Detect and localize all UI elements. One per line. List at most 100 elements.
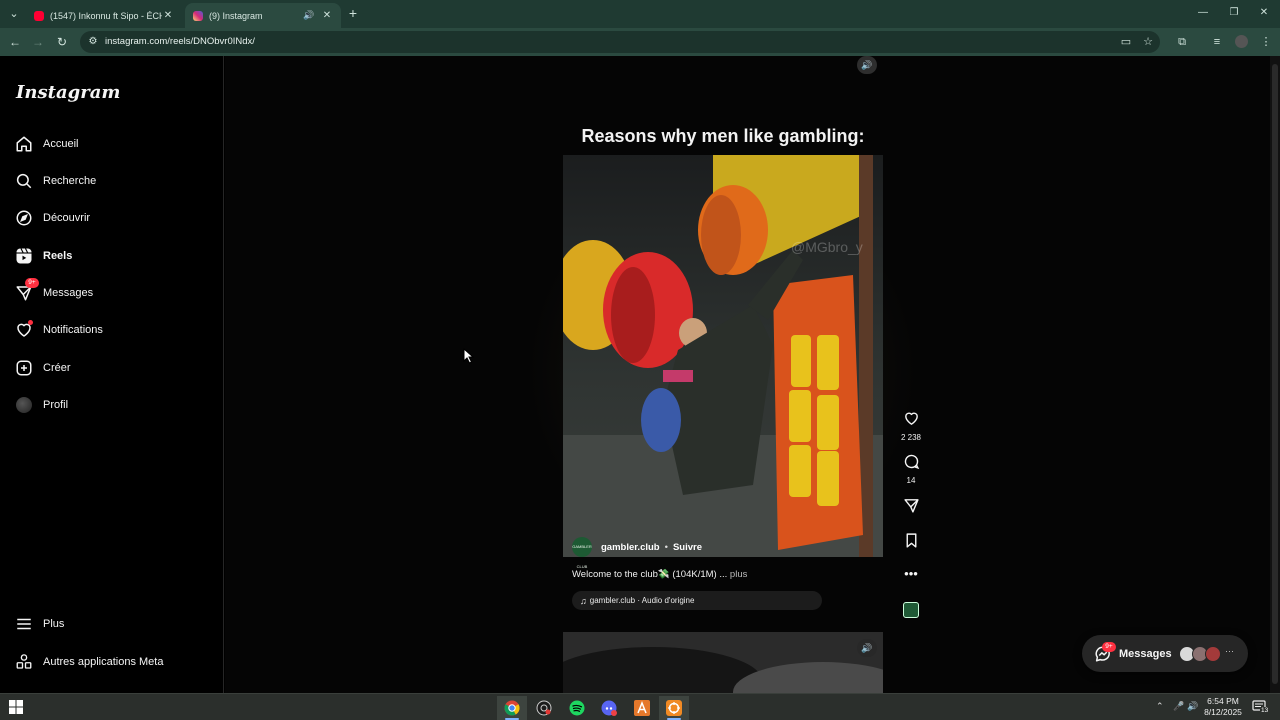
chrome-icon[interactable] (497, 696, 527, 720)
back-icon[interactable]: ← (6, 33, 24, 51)
tab-title: (9) Instagram (209, 10, 263, 21)
messages-floating-button[interactable]: 9+ Messages ··· (1082, 635, 1248, 672)
send-icon (903, 499, 919, 513)
reels-icon (14, 246, 34, 266)
comment-icon (904, 454, 919, 470)
volume-icon[interactable]: 🔊 (1187, 701, 1198, 712)
reel-description: Welcome to the club💸 (104K/1M) ... plus (572, 569, 747, 580)
scrollbar-thumb[interactable] (1272, 64, 1278, 684)
audio-label: gambler.club · Audio d'origine (589, 596, 695, 605)
sidebar-item-label: Profil (43, 399, 69, 411)
notification-center-icon[interactable]: 13 (1252, 700, 1270, 714)
bookmark-icon (906, 533, 916, 548)
sidebar-item-creer[interactable]: Créer (14, 353, 214, 383)
app-a-icon[interactable] (627, 696, 657, 720)
messenger-icon: 9+ (14, 278, 39, 303)
reel-author-row: GAMBLER CLUB gambler.club • Suivre (572, 537, 702, 569)
sidebar-item-label: Plus (43, 618, 65, 630)
kebab-menu-icon[interactable]: ⋮ (1257, 33, 1275, 51)
sidebar: Instagram Accueil Recherche Découvrir Re… (0, 56, 224, 693)
os-taskbar: ⌃ 🎤 🔊 6:54 PM 8/12/2025 13 (0, 693, 1280, 720)
mute-toggle-icon[interactable]: 🔊 (857, 639, 877, 657)
sidebar-item-accueil[interactable]: Accueil (14, 129, 214, 159)
system-clock[interactable]: 6:54 PM 8/12/2025 (1200, 696, 1246, 718)
spotify-icon[interactable] (562, 696, 592, 720)
extensions-icon[interactable]: ⧉ (1173, 33, 1191, 51)
follow-button[interactable]: Suivre (673, 542, 702, 553)
forward-icon[interactable]: → (29, 33, 47, 51)
instagram-logo[interactable]: Instagram (16, 82, 120, 103)
messages-badge: 9+ (25, 278, 39, 288)
save-button[interactable] (898, 532, 924, 554)
close-tab-icon[interactable]: ✕ (321, 10, 333, 21)
next-reel-frame (563, 632, 883, 693)
sidebar-item-label: Créer (43, 362, 71, 374)
obs-icon[interactable] (529, 696, 559, 720)
separator-dot: • (664, 541, 668, 553)
more-link[interactable]: plus (730, 569, 747, 580)
share-button[interactable] (898, 497, 924, 519)
sidebar-item-profil[interactable]: Profil (14, 390, 214, 420)
audio-chip[interactable]: ♫ gambler.club · Audio d'origine (572, 591, 822, 610)
clock-time: 6:54 PM (1207, 696, 1239, 706)
author-username[interactable]: gambler.club (601, 542, 660, 553)
messages-badge: 9+ (1102, 642, 1116, 652)
sidebar-item-recherche[interactable]: Recherche (14, 166, 214, 196)
sidebar-item-label: Autres applications Meta (43, 656, 164, 668)
bookmark-star-icon[interactable]: ☆ (1139, 33, 1157, 51)
discord-icon[interactable] (594, 696, 624, 720)
tray-overflow-icon[interactable]: ⌃ (1156, 701, 1164, 712)
new-tab-icon[interactable]: + (346, 5, 360, 21)
heart-icon (904, 412, 918, 425)
notification-dot (28, 320, 33, 325)
sidebar-item-label: Reels (43, 250, 73, 262)
url-text[interactable]: instagram.com/reels/DNObvr0INdx/ (105, 36, 255, 47)
sidebar-item-notifications[interactable]: Notifications (14, 315, 214, 345)
clock-date: 8/12/2025 (1204, 707, 1242, 717)
comment-count: 14 (906, 476, 916, 485)
author-avatar[interactable]: GAMBLER CLUB (572, 537, 592, 569)
more-options-icon[interactable]: ••• (898, 566, 924, 581)
avatar (14, 395, 34, 415)
music-note-icon: ♫ (580, 595, 587, 606)
windows-start-icon[interactable] (9, 700, 23, 714)
avatar (1205, 646, 1221, 662)
tab-youtube[interactable]: (1547) Inkonnu ft Sipo - ÉCHEC ✕ (26, 3, 182, 28)
minimize-icon[interactable]: — (1193, 4, 1213, 22)
speaker-icon[interactable]: 🔊 (303, 10, 315, 21)
close-tab-icon[interactable]: ✕ (162, 10, 174, 21)
profile-icon[interactable] (1232, 33, 1250, 51)
restore-icon[interactable]: ❐ (1224, 4, 1244, 22)
messages-label: Messages (1119, 648, 1172, 660)
more-contacts-icon: ··· (1225, 646, 1234, 656)
tab-search-icon[interactable]: ⌄ (6, 6, 22, 22)
like-count: 2 238 (900, 433, 922, 442)
sidebar-item-reels[interactable]: Reels (14, 241, 214, 271)
site-settings-icon[interactable]: ⚙ (86, 34, 100, 50)
reel-video-frame: @MGbro_y (563, 155, 883, 557)
sidebar-item-messages[interactable]: 9+ Messages (14, 278, 214, 308)
app-overwolf-icon[interactable] (659, 696, 689, 720)
sidebar-item-decouvrir[interactable]: Découvrir (14, 203, 214, 233)
cast-icon[interactable]: ▭ (1117, 33, 1135, 51)
sidebar-item-label: Recherche (43, 175, 97, 187)
plus-square-icon (14, 358, 34, 378)
browser-tab-bar: ⌄ (1547) Inkonnu ft Sipo - ÉCHEC ✕ (9) I… (0, 0, 1280, 28)
mute-toggle-icon[interactable]: 🔊 (857, 56, 877, 74)
comment-button[interactable]: 14 (898, 453, 924, 485)
home-icon (14, 134, 34, 154)
reload-icon[interactable]: ↻ (53, 33, 71, 51)
audio-thumbnail[interactable] (903, 602, 919, 618)
notification-count: 13 (1260, 707, 1270, 714)
close-window-icon[interactable]: ✕ (1254, 4, 1274, 22)
sidebar-item-plus[interactable]: Plus (14, 609, 214, 639)
reel-video[interactable]: @MGbro_y (563, 155, 883, 557)
sidebar-item-meta-apps[interactable]: Autres applications Meta (14, 647, 214, 677)
microphone-icon[interactable]: 🎤 (1173, 701, 1184, 712)
next-reel-video[interactable] (563, 632, 883, 693)
like-button[interactable]: 2 238 (898, 410, 924, 442)
address-bar[interactable]: ⚙ instagram.com/reels/DNObvr0INdx/ (80, 31, 1160, 53)
hamburger-icon (14, 614, 34, 634)
media-controls-icon[interactable]: ≡ (1208, 33, 1226, 51)
tab-instagram[interactable]: (9) Instagram 🔊 ✕ (185, 3, 341, 28)
